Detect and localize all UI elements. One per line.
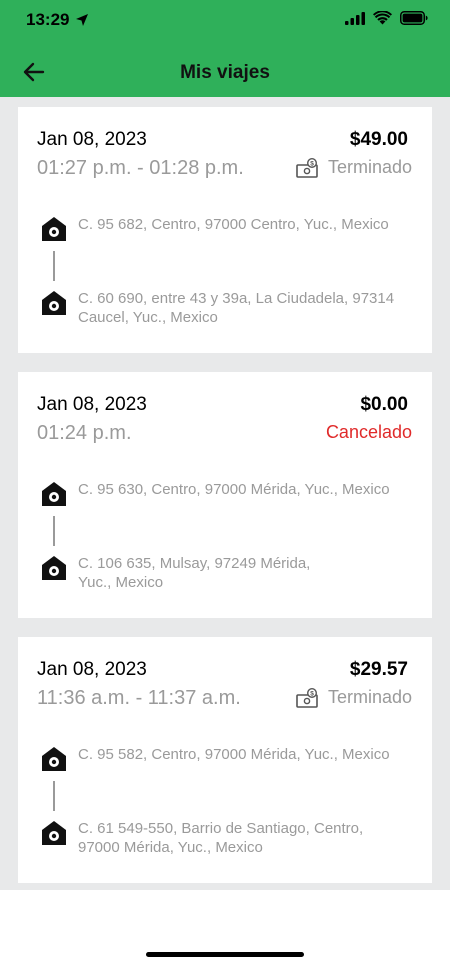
destination-line: C. 106 635, Mulsay, 97249 Mérida, [78,555,311,572]
trip-price: $29.57 [349,659,408,680]
status-time-text: 13:29 [26,10,70,29]
battery-icon [400,11,428,25]
cellular-signal-icon [345,11,365,25]
trip-status-text: Cancelado [325,422,412,442]
page-title: Mis viajes [180,62,270,83]
destination-address: C. 106 635, Mulsay, 97249 Mérida, Yuc., … [78,554,310,592]
destination-line: Caucel, Yuc., Mexico [78,309,218,326]
trip-card[interactable]: Jan 08, 2023 $0.00 01:24 p.m. Cancelado … [18,372,432,618]
trip-date: Jan 08, 2023 [37,394,147,415]
trip-origin: C. 95 630, Centro, 97000 Mérida, Yuc., M… [40,480,420,508]
cash-money-icon: $ [296,687,318,708]
trip-status-text: Terminado [327,157,412,177]
status-bar: 13:29 [0,0,450,40]
trip-status: $ Terminado [296,687,412,708]
destination-line: Yuc., Mexico [78,574,164,591]
origin-address: C. 95 582, Centro, 97000 Mérida, Yuc., M… [78,746,390,763]
home-pin-icon [42,291,66,315]
destination-line: C. 61 549-550, Barrio de Santiago, Centr… [78,820,364,837]
route-connector [53,251,55,281]
trip-card[interactable]: Jan 08, 2023 $29.57 11:36 a.m. - 11:37 a… [18,637,432,883]
origin-address: C. 95 682, Centro, 97000 Centro, Yuc., M… [78,216,389,233]
nav-bar: Mis viajes [0,48,450,96]
trip-origin: C. 95 582, Centro, 97000 Mérida, Yuc., M… [40,745,420,773]
trip-date: Jan 08, 2023 [37,659,147,680]
destination-line: C. 60 690, entre 43 y 39a, La Ciudadela,… [78,290,395,307]
trip-origin: C. 95 682, Centro, 97000 Centro, Yuc., M… [40,215,420,243]
home-pin-icon [42,482,66,506]
route-connector [53,781,55,811]
trip-status-text: Terminado [327,687,412,707]
trip-time: 11:36 a.m. - 11:37 a.m. [37,687,241,709]
destination-address: C. 61 549-550, Barrio de Santiago, Centr… [78,819,363,857]
trip-destination: C. 61 549-550, Barrio de Santiago, Centr… [40,819,420,857]
wifi-icon [373,11,392,25]
app-header: 13:29 Mis viajes [0,0,450,97]
trip-time: 01:24 p.m. [37,422,132,444]
status-icons [345,11,428,25]
home-pin-icon [42,217,66,241]
home-pin-icon [42,821,66,845]
trip-date: Jan 08, 2023 [37,129,147,150]
trip-destination: C. 106 635, Mulsay, 97249 Mérida, Yuc., … [40,554,420,592]
trip-status: Cancelado [326,422,412,443]
trip-destination: C. 60 690, entre 43 y 39a, La Ciudadela,… [40,289,420,327]
route-connector [53,516,55,546]
cash-money-icon: $ [296,157,318,178]
trip-status: $ Terminado [296,157,412,178]
svg-text:$: $ [310,160,314,167]
destination-address: C. 60 690, entre 43 y 39a, La Ciudadela,… [78,289,394,327]
trips-list: Jan 08, 2023 $49.00 01:27 p.m. - 01:28 p… [0,97,450,890]
origin-address: C. 95 630, Centro, 97000 Mérida, Yuc., M… [78,481,390,498]
trip-time: 01:27 p.m. - 01:28 p.m. [37,157,244,179]
svg-text:$: $ [310,690,314,697]
trip-price: $0.00 [360,394,408,415]
trip-card[interactable]: Jan 08, 2023 $49.00 01:27 p.m. - 01:28 p… [18,107,432,353]
home-pin-icon [42,556,66,580]
home-indicator[interactable] [146,952,304,957]
status-time: 13:29 [26,10,89,30]
home-pin-icon [42,747,66,771]
destination-line: 97000 Mérida, Yuc., Mexico [78,839,263,856]
location-arrow-icon [76,14,89,26]
trip-price: $49.00 [349,129,408,150]
